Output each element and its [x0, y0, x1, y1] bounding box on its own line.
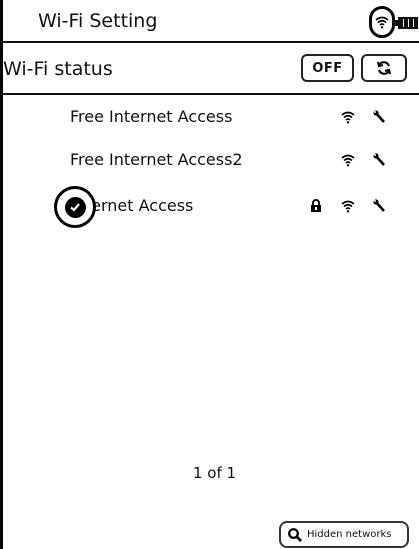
title-bar: Wi-Fi Setting: [3, 0, 419, 43]
wifi-off-button[interactable]: OFF: [301, 54, 354, 82]
hidden-networks-label: Hidden networks: [307, 529, 392, 540]
hidden-networks-button[interactable]: Hidden networks: [279, 521, 409, 548]
wifi-status-row: Wi-Fi status OFF: [3, 43, 419, 95]
wifi-signal-icon: [338, 196, 358, 216]
wifi-signal-icon: [338, 150, 358, 170]
network-name: Free Internet Access2: [70, 150, 243, 169]
connected-check-icon: [54, 186, 96, 228]
network-name: Free Internet Access: [70, 107, 233, 126]
wifi-status-label: Wi-Fi status: [3, 58, 113, 80]
network-item[interactable]: Free Internet Access: [3, 97, 419, 137]
window-title: Wi-Fi Setting: [38, 10, 158, 32]
search-icon: [288, 527, 302, 542]
wrench-icon[interactable]: [370, 150, 390, 170]
wrench-icon[interactable]: [370, 196, 390, 216]
refresh-icon: [377, 61, 391, 75]
network-item[interactable]: Free Internet Access2: [3, 140, 419, 180]
refresh-button[interactable]: [361, 54, 407, 82]
wifi-status-button[interactable]: [369, 6, 395, 38]
wrench-icon[interactable]: [370, 107, 390, 127]
wifi-signal-icon: [338, 107, 358, 127]
battery-icon: [394, 17, 418, 29]
pagination-indicator: 1 of 1: [0, 464, 419, 482]
lock-icon: [306, 196, 326, 216]
wifi-icon: [375, 16, 389, 29]
network-item-connected[interactable]: Internet Access: [3, 186, 419, 228]
pagination-text: 1 of 1: [192, 464, 237, 482]
